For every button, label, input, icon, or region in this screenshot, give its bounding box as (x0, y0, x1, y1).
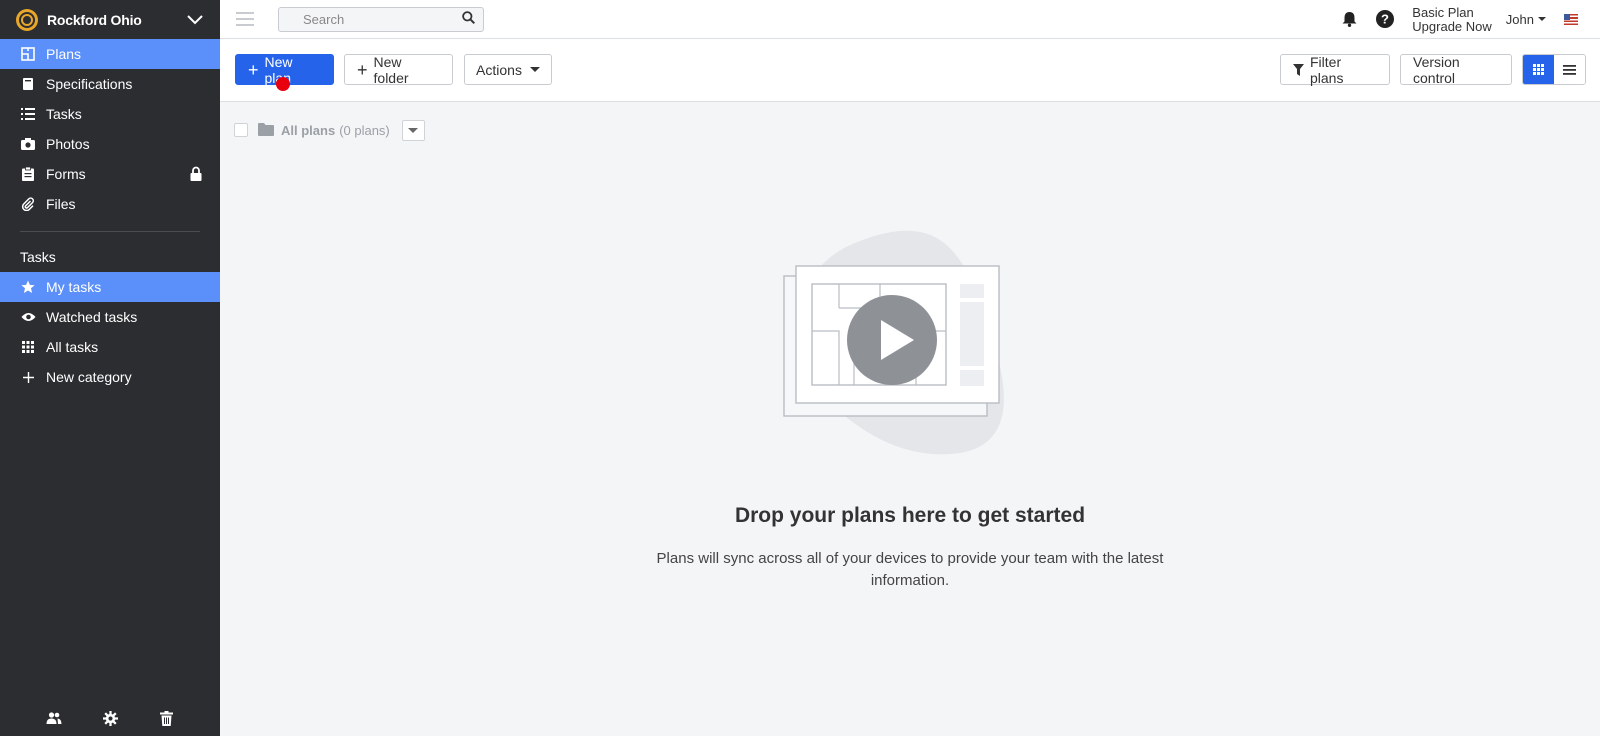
sidebar-section-title: Tasks (20, 249, 56, 265)
new-plan-label: New plan (264, 53, 293, 86)
folder-row: All plans (0 plans) (234, 119, 425, 141)
top-bar-right: ? Basic Plan Upgrade Now John (1340, 0, 1600, 38)
filter-plans-button[interactable]: Filter plans (1280, 53, 1390, 86)
sidebar-item-label: All tasks (46, 339, 99, 355)
sidebar-item-label: Plans (46, 46, 82, 62)
paperclip-icon (20, 196, 36, 212)
caret-down-icon (1538, 17, 1546, 21)
sidebar-divider (20, 231, 200, 232)
lock-icon (190, 166, 204, 182)
user-menu[interactable]: John (1506, 12, 1546, 27)
sidebar-footer (0, 700, 220, 736)
sidebar-item-label: Photos (46, 136, 90, 152)
plus-icon: + (357, 59, 368, 80)
filter-icon (1293, 63, 1304, 76)
actions-dropdown[interactable]: Actions (464, 54, 552, 85)
folder-icon (258, 123, 274, 137)
grid-view-button[interactable] (1523, 55, 1554, 84)
empty-state-title: Drop your plans here to get started (734, 504, 1086, 527)
project-name: Rockford Ohio (47, 11, 142, 28)
select-all-checkbox[interactable] (234, 123, 248, 137)
search-input[interactable] (303, 11, 462, 27)
sidebar: Rockford Ohio Plans Specifications Tasks… (0, 0, 220, 736)
sidebar-item-label: New category (46, 369, 132, 385)
sidebar-item-new-category[interactable]: New category (0, 362, 220, 392)
sidebar-item-photos[interactable]: Photos (0, 129, 220, 159)
empty-state-illustration (780, 228, 1030, 468)
search-icon[interactable] (462, 11, 476, 27)
sidebar-item-label: Watched tasks (46, 309, 138, 325)
plan-name: Basic Plan (1412, 5, 1474, 20)
sidebar-item-all-tasks[interactable]: All tasks (0, 332, 220, 362)
sidebar-item-watched-tasks[interactable]: Watched tasks (0, 302, 220, 332)
book-icon (20, 76, 36, 92)
project-switcher[interactable]: Rockford Ohio (0, 0, 220, 39)
sidebar-item-tasks[interactable]: Tasks (0, 99, 220, 129)
grid-icon (20, 339, 36, 355)
grid-icon (1533, 64, 1544, 75)
sidebar-item-plans[interactable]: Plans (0, 39, 220, 69)
folder-name[interactable]: All plans (281, 123, 335, 138)
eye-icon (20, 309, 36, 325)
sidebar-item-label: Files (46, 196, 76, 212)
sidebar-item-label: Specifications (46, 76, 133, 92)
users-icon[interactable] (45, 709, 63, 727)
caret-down-icon (408, 127, 419, 133)
trash-icon[interactable] (157, 709, 175, 727)
bell-icon[interactable] (1340, 10, 1358, 28)
sidebar-item-forms[interactable]: Forms (0, 159, 220, 189)
chevron-down-icon[interactable] (186, 11, 204, 29)
us-flag-icon[interactable] (1564, 13, 1578, 25)
user-name: John (1505, 11, 1534, 27)
new-folder-label: New folder (373, 53, 409, 86)
click-indicator (276, 77, 290, 91)
version-control-button[interactable]: Version control (1400, 53, 1512, 86)
camera-icon (20, 136, 36, 152)
empty-state-description: Plans will sync across all of your devic… (656, 550, 1164, 589)
plans-icon (20, 46, 36, 62)
sidebar-item-my-tasks[interactable]: My tasks (0, 272, 220, 302)
clipboard-icon (20, 166, 36, 182)
svg-text:?: ? (1381, 12, 1389, 27)
sidebar-item-specifications[interactable]: Specifications (0, 69, 220, 99)
gear-icon[interactable] (101, 709, 119, 727)
sidebar-item-label: Tasks (46, 106, 82, 122)
filter-plans-label: Filter plans (1310, 53, 1344, 86)
folder-count: (0 plans) (339, 122, 390, 138)
hamburger-menu-icon[interactable] (236, 12, 254, 26)
list-icon (1563, 64, 1576, 75)
help-icon[interactable]: ? (1376, 10, 1395, 28)
project-logo-icon (16, 8, 38, 31)
plans-toolbar: + New plan + New folder Actions Filter p… (220, 39, 1600, 102)
search-box[interactable] (278, 6, 484, 32)
caret-down-icon (529, 67, 540, 72)
folder-dropdown-button[interactable] (401, 119, 425, 141)
top-bar: ? Basic Plan Upgrade Now John (220, 0, 1600, 39)
list-view-button[interactable] (1554, 55, 1585, 84)
star-icon (20, 279, 36, 295)
sidebar-item-files[interactable]: Files (0, 189, 220, 219)
subscription-info[interactable]: Basic Plan Upgrade Now (1412, 6, 1492, 34)
new-folder-button[interactable]: + New folder (344, 53, 453, 86)
upgrade-link[interactable]: Upgrade Now (1412, 20, 1492, 34)
sidebar-item-label: Forms (46, 166, 86, 182)
view-toggle (1522, 54, 1586, 85)
sidebar-item-label: My tasks (46, 279, 102, 295)
plus-icon: + (248, 59, 259, 80)
version-control-label: Version control (1413, 53, 1460, 86)
plus-icon (20, 369, 36, 385)
list-icon (20, 106, 36, 122)
actions-label: Actions (476, 61, 522, 78)
